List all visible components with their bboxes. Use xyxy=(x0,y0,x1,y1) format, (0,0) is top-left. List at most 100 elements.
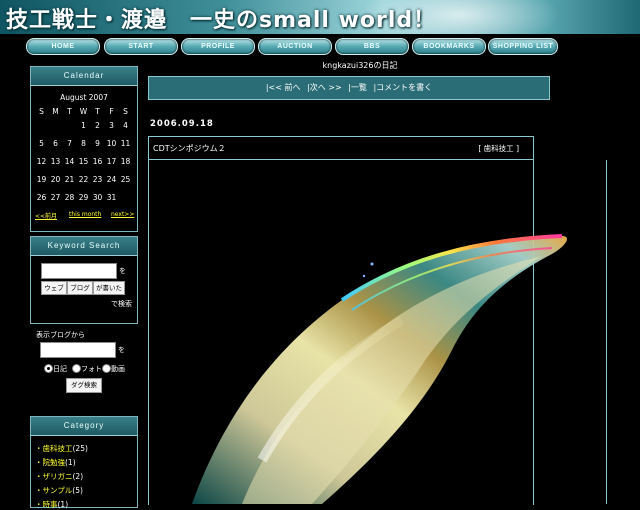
calendar-day[interactable]: 19 xyxy=(35,175,48,184)
radio-video[interactable] xyxy=(102,364,111,373)
nav-bbs[interactable]: BBS xyxy=(335,38,409,55)
blog-keyword-suffix: を xyxy=(118,346,125,354)
category-name: ザリガニ xyxy=(42,472,73,481)
category-item[interactable]: ・院勉強(1) xyxy=(35,457,76,468)
main-nav: HOME START PROFILE AUCTION BBS BOOKMARKS… xyxy=(26,38,566,55)
calendar-day[interactable]: 2 xyxy=(91,121,104,130)
comment-link[interactable]: |コメントを書く xyxy=(373,83,432,92)
calendar-day[interactable]: 17 xyxy=(105,157,118,166)
category-count: (1) xyxy=(65,458,76,467)
radio-diary-label: 日記 xyxy=(53,365,67,373)
calendar-day[interactable]: 8 xyxy=(77,139,90,148)
nav-shopping-list[interactable]: SHOPPING LIST xyxy=(488,38,558,55)
post-title[interactable]: CDTシンポジウム２ xyxy=(153,143,226,154)
nav-start[interactable]: START xyxy=(104,38,178,55)
keyword-search-panel: Keyword Search を ウェブ ブログ が書いた で検索 xyxy=(30,236,138,324)
post-category[interactable]: [ 歯科技工 ] xyxy=(478,143,519,154)
calendar-day[interactable]: 29 xyxy=(77,193,90,202)
search-tail-text: で検索 xyxy=(111,300,132,308)
web-search-button[interactable]: ウェブ xyxy=(41,281,67,295)
radio-photo-label: フォト xyxy=(81,365,102,373)
calendar-day[interactable]: 28 xyxy=(63,193,76,202)
radio-photo[interactable] xyxy=(72,364,81,373)
post-right-border xyxy=(606,160,607,504)
author-search-button[interactable]: が書いた xyxy=(93,281,125,295)
calendar-day[interactable]: 11 xyxy=(119,139,132,148)
blog-name: kngkazui326の日記 xyxy=(322,61,398,70)
calendar-day[interactable]: 21 xyxy=(63,175,76,184)
calendar-week: 26 27 28 29 30 31 xyxy=(35,193,133,205)
category-item[interactable]: ・ザリガニ(2) xyxy=(35,471,83,482)
calendar-day[interactable]: 5 xyxy=(35,139,48,148)
calendar-day[interactable]: 12 xyxy=(35,157,48,166)
site-banner: 技工戦士・渡邉 一史のsmall world！ xyxy=(0,0,640,34)
calendar-day[interactable]: 24 xyxy=(105,175,118,184)
calendar-nav: <<前月 this month next>> xyxy=(35,211,134,221)
calendar-day[interactable]: 27 xyxy=(49,193,62,202)
calendar-day[interactable]: 3 xyxy=(105,121,118,130)
category-item[interactable]: ・サンプル(5) xyxy=(35,485,83,496)
calendar-panel: Calendar August 2007 S M T W T F S 12345… xyxy=(30,66,138,232)
nav-bookmarks[interactable]: BOOKMARKS xyxy=(412,38,486,55)
nav-auction[interactable]: AUCTION xyxy=(258,38,332,55)
calendar-day[interactable]: 10 xyxy=(105,139,118,148)
keyword-suffix: を xyxy=(119,267,126,275)
calendar-week: 12 13 14 15 16 17 18 xyxy=(35,157,133,169)
weekday: W xyxy=(79,107,88,116)
keyword-input[interactable] xyxy=(41,263,117,279)
category-name: 時事 xyxy=(42,500,58,509)
calendar-day[interactable]: 1 xyxy=(77,121,90,130)
weekday: S xyxy=(123,107,128,116)
calendar-month: August 2007 xyxy=(60,93,108,102)
calendar-day[interactable]: 20 xyxy=(49,175,62,184)
calendar-day[interactable]: 25 xyxy=(119,175,132,184)
weekday: S xyxy=(39,107,44,116)
category-count: (25) xyxy=(72,444,88,453)
category-count: (2) xyxy=(72,472,84,481)
next-link[interactable]: |次へ >> xyxy=(307,83,342,92)
calendar-heading: Calendar xyxy=(31,67,137,86)
speck xyxy=(362,274,366,278)
prev-link[interactable]: |<< 前へ xyxy=(266,83,301,92)
calendar-next-link[interactable]: next>> xyxy=(111,211,134,218)
calendar-day[interactable]: 6 xyxy=(49,139,62,148)
weekday: T xyxy=(95,107,100,116)
calendar-this-month-link[interactable]: this month xyxy=(69,211,101,218)
calendar-day[interactable]: 30 xyxy=(91,193,104,202)
calendar-day[interactable]: 4 xyxy=(119,121,132,130)
calendar-day[interactable]: 22 xyxy=(77,175,90,184)
calendar-day[interactable]: 31 xyxy=(105,193,118,202)
calendar-prev-link[interactable]: <<前月 xyxy=(35,211,57,220)
calendar-week: 1234 xyxy=(35,121,133,133)
nav-home[interactable]: HOME xyxy=(26,38,100,55)
blog-search-label: 表示ブログから xyxy=(36,331,85,339)
weekday: T xyxy=(67,107,72,116)
category-item[interactable]: ・時事(1) xyxy=(35,499,68,510)
calendar-day[interactable]: 18 xyxy=(119,157,132,166)
category-name: 歯科技工 xyxy=(42,444,73,453)
radio-diary[interactable] xyxy=(44,364,53,373)
list-link[interactable]: |一覧 xyxy=(348,83,367,92)
category-heading: Category xyxy=(31,417,137,436)
calendar-day[interactable]: 13 xyxy=(49,157,62,166)
calendar-week: 19 20 21 22 23 24 25 xyxy=(35,175,133,187)
calendar-day[interactable]: 26 xyxy=(35,193,48,202)
tag-search-button[interactable]: ダグ検索 xyxy=(66,378,102,393)
calendar-day[interactable]: 7 xyxy=(63,139,76,148)
search-heading: Keyword Search xyxy=(31,237,137,256)
category-panel: Category ・歯科技工(25) ・院勉強(1) ・ザリガニ(2) ・サンプ… xyxy=(30,416,138,510)
calendar-week: 5 6 7 8 9 10 11 xyxy=(35,139,133,151)
calendar-day[interactable]: 14 xyxy=(63,157,76,166)
blog-keyword-input[interactable] xyxy=(40,342,116,358)
specimen-photo xyxy=(192,234,567,504)
category-name: 院勉強 xyxy=(42,458,66,467)
calendar-day[interactable]: 9 xyxy=(91,139,104,148)
category-count: (5) xyxy=(72,486,83,495)
calendar-day[interactable]: 15 xyxy=(77,157,90,166)
nav-profile[interactable]: PROFILE xyxy=(181,38,255,55)
calendar-day[interactable]: 23 xyxy=(91,175,104,184)
category-item[interactable]: ・歯科技工(25) xyxy=(35,443,88,454)
category-name: サンプル xyxy=(42,486,73,495)
blog-search-button[interactable]: ブログ xyxy=(67,281,93,295)
calendar-day[interactable]: 16 xyxy=(91,157,104,166)
